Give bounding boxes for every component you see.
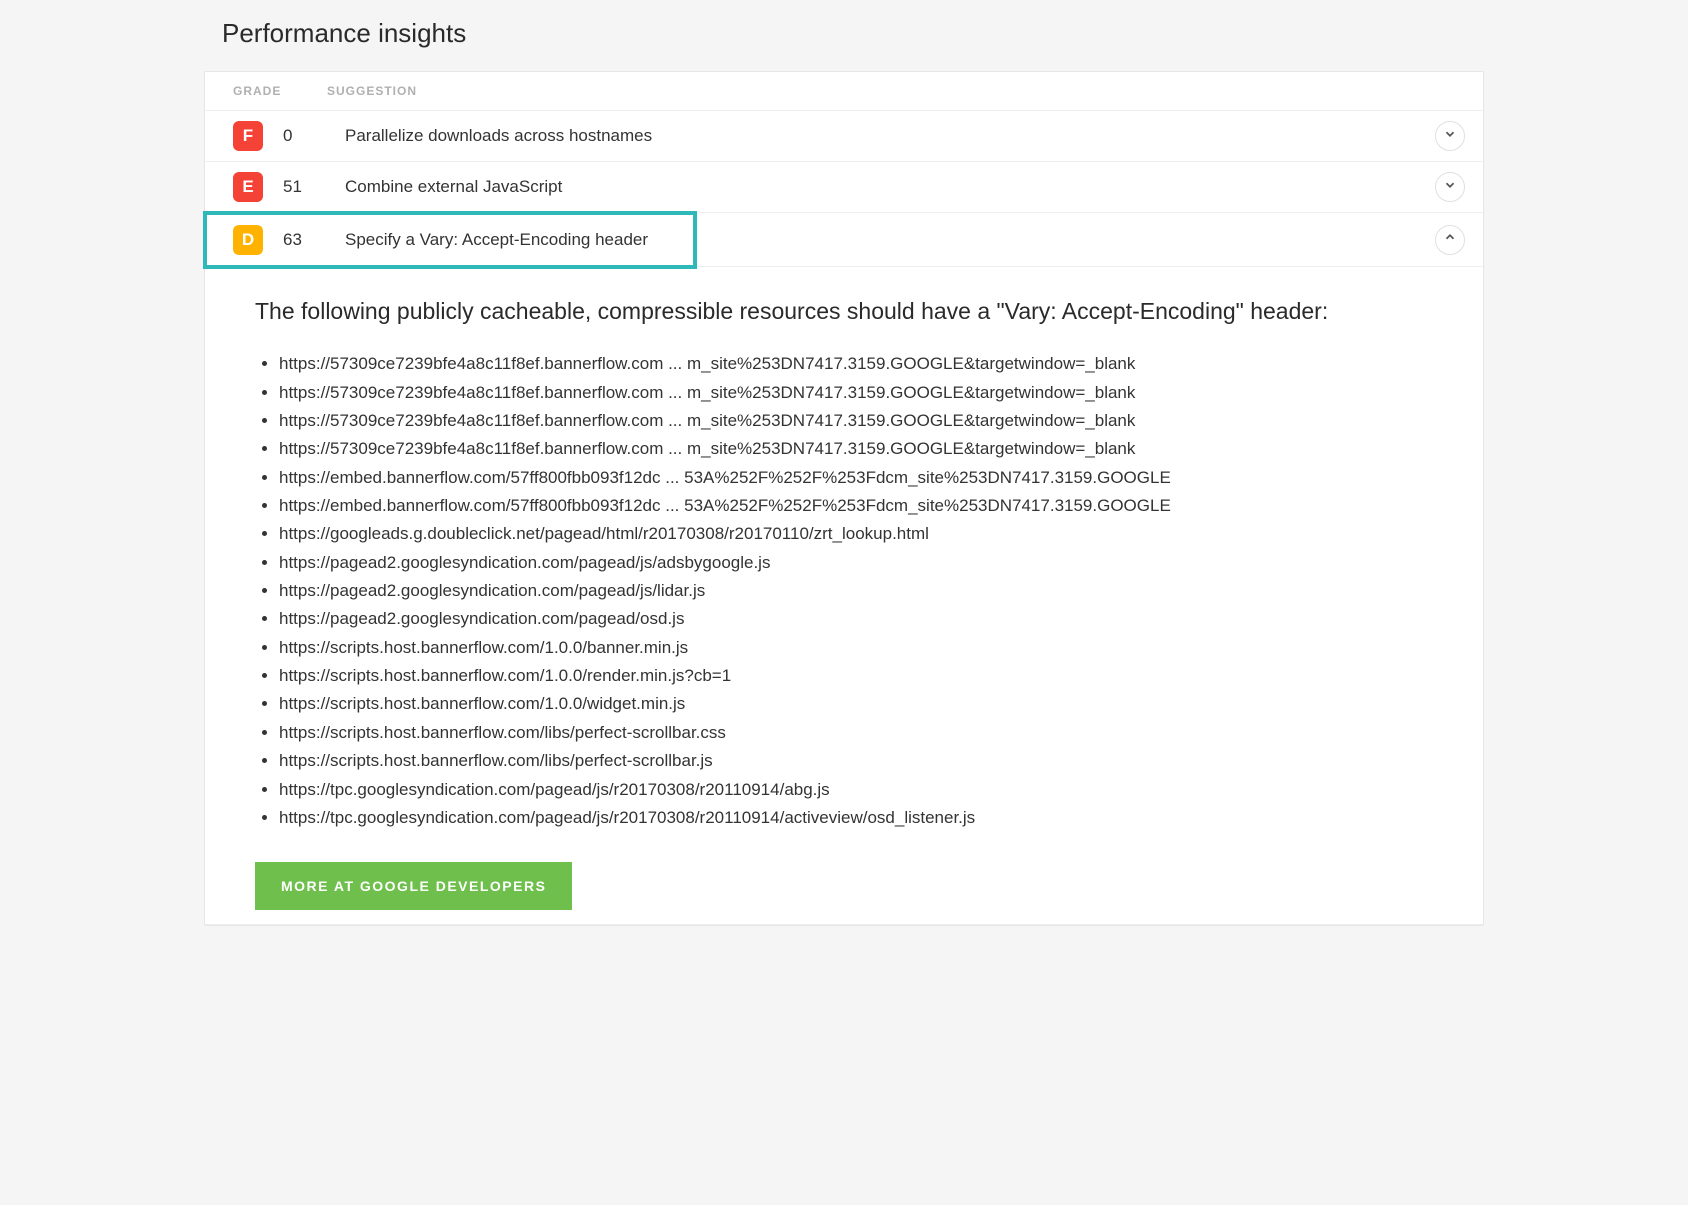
resource-list-item: https://tpc.googlesyndication.com/pagead…: [279, 804, 1453, 832]
grade-badge: D: [233, 225, 263, 255]
resource-list-item: https://scripts.host.bannerflow.com/1.0.…: [279, 690, 1453, 718]
collapse-button[interactable]: [1435, 225, 1465, 255]
detail-heading: The following publicly cacheable, compre…: [255, 295, 1415, 328]
resource-list-item: https://57309ce7239bfe4a8c11f8ef.bannerf…: [279, 350, 1453, 378]
insight-row[interactable]: E 51 Combine external JavaScript: [205, 162, 1483, 213]
resource-list-item: https://scripts.host.bannerflow.com/1.0.…: [279, 662, 1453, 690]
resource-list-item: https://googleads.g.doubleclick.net/page…: [279, 520, 1453, 548]
resource-list-item: https://pagead2.googlesyndication.com/pa…: [279, 577, 1453, 605]
resource-list-item: https://tpc.googlesyndication.com/pagead…: [279, 776, 1453, 804]
grade-badge: E: [233, 172, 263, 202]
resource-list-item: https://57309ce7239bfe4a8c11f8ef.bannerf…: [279, 379, 1453, 407]
chevron-up-icon: [1443, 230, 1457, 249]
chevron-down-icon: [1443, 178, 1457, 197]
resource-list-item: https://pagead2.googlesyndication.com/pa…: [279, 605, 1453, 633]
resource-list-item: https://scripts.host.bannerflow.com/libs…: [279, 747, 1453, 775]
resource-list-item: https://scripts.host.bannerflow.com/libs…: [279, 719, 1453, 747]
expand-button[interactable]: [1435, 121, 1465, 151]
resource-list-item: https://57309ce7239bfe4a8c11f8ef.bannerf…: [279, 435, 1453, 463]
resource-list: https://57309ce7239bfe4a8c11f8ef.bannerf…: [255, 350, 1453, 832]
resource-list-item: https://embed.bannerflow.com/57ff800fbb0…: [279, 464, 1453, 492]
resource-list-item: https://embed.bannerflow.com/57ff800fbb0…: [279, 492, 1453, 520]
resource-list-item: https://57309ce7239bfe4a8c11f8ef.bannerf…: [279, 407, 1453, 435]
grade-score: 63: [283, 230, 345, 250]
insights-panel: GRADE SUGGESTION F 0 Parallelize downloa…: [204, 71, 1484, 926]
grade-score: 51: [283, 177, 345, 197]
resource-list-item: https://pagead2.googlesyndication.com/pa…: [279, 549, 1453, 577]
header-grade: GRADE: [233, 84, 327, 98]
grade-score: 0: [283, 126, 345, 146]
suggestion-text: Specify a Vary: Accept-Encoding header: [345, 230, 677, 250]
suggestion-text: Combine external JavaScript: [345, 177, 1425, 197]
insight-detail: The following publicly cacheable, compre…: [205, 267, 1483, 925]
header-suggestion: SUGGESTION: [327, 84, 417, 98]
more-at-google-developers-button[interactable]: MORE AT GOOGLE DEVELOPERS: [255, 862, 572, 910]
insight-row[interactable]: F 0 Parallelize downloads across hostnam…: [205, 111, 1483, 162]
suggestion-text: Parallelize downloads across hostnames: [345, 126, 1425, 146]
resource-list-item: https://scripts.host.bannerflow.com/1.0.…: [279, 634, 1453, 662]
chevron-down-icon: [1443, 127, 1457, 146]
page-title: Performance insights: [222, 18, 1484, 49]
insight-row-expanded[interactable]: D 63 x D 63 Specify a Vary: Accept-Encod…: [205, 213, 1483, 267]
expand-button[interactable]: [1435, 172, 1465, 202]
grade-badge: F: [233, 121, 263, 151]
table-header: GRADE SUGGESTION: [205, 72, 1483, 111]
